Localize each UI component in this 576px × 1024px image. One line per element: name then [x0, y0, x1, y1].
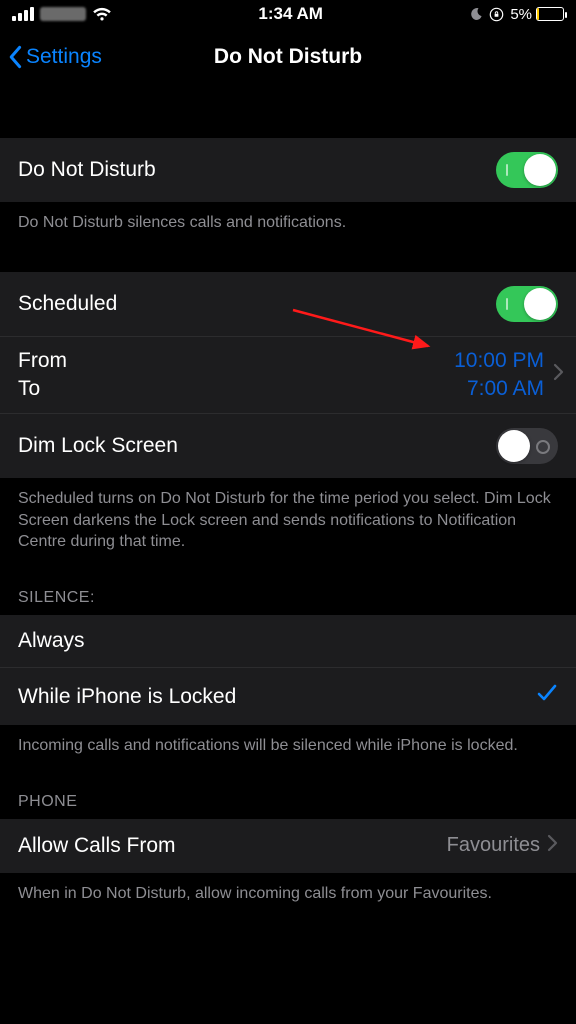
chevron-right-icon	[552, 362, 564, 387]
silence-always-label: Always	[18, 629, 85, 653]
chevron-left-icon	[8, 45, 24, 69]
schedule-time-row[interactable]: From To 10:00 PM 7:00 AM	[0, 337, 576, 415]
dnd-group: Do Not Disturb	[0, 138, 576, 202]
silence-while-locked-label: While iPhone is Locked	[18, 685, 236, 709]
battery-icon	[536, 7, 564, 21]
do-not-disturb-moon-icon	[469, 7, 483, 21]
carrier-name-redacted	[40, 7, 86, 21]
from-label: From	[18, 347, 454, 375]
cellular-signal-icon	[12, 7, 34, 21]
phone-header: PHONE	[0, 771, 576, 819]
to-value: 7:00 AM	[454, 375, 544, 403]
scheduled-toggle-row[interactable]: Scheduled	[0, 272, 576, 337]
scheduled-label: Scheduled	[18, 292, 117, 316]
spacer	[0, 86, 576, 138]
dnd-footer: Do Not Disturb silences calls and notifi…	[0, 202, 576, 248]
status-bar: 1:34 AM 5%	[0, 0, 576, 28]
phone-group: Allow Calls From Favourites	[0, 819, 576, 873]
allow-calls-value: Favourites	[447, 834, 546, 857]
scheduled-toggle[interactable]	[496, 286, 558, 322]
wifi-icon	[92, 7, 112, 22]
phone-footer: When in Do Not Disturb, allow incoming c…	[0, 873, 576, 919]
silence-group: Always While iPhone is Locked	[0, 615, 576, 725]
navigation-bar: Settings Do Not Disturb	[0, 28, 576, 86]
from-value: 10:00 PM	[454, 347, 544, 375]
status-right: 5%	[469, 6, 564, 23]
battery-percent: 5%	[510, 6, 532, 23]
silence-footer: Incoming calls and notifications will be…	[0, 725, 576, 771]
back-button[interactable]: Settings	[8, 45, 102, 69]
dim-lock-label: Dim Lock Screen	[18, 434, 178, 458]
chevron-right-icon	[546, 833, 558, 859]
checkmark-icon	[536, 682, 558, 711]
schedule-time-labels: From To	[18, 347, 454, 404]
spacer	[0, 248, 576, 272]
silence-header: SILENCE:	[0, 567, 576, 615]
dnd-toggle-row[interactable]: Do Not Disturb	[0, 138, 576, 202]
dnd-label: Do Not Disturb	[18, 158, 156, 182]
dnd-toggle[interactable]	[496, 152, 558, 188]
back-label: Settings	[26, 45, 102, 69]
status-left	[12, 7, 112, 22]
scheduled-footer: Scheduled turns on Do Not Disturb for th…	[0, 478, 576, 567]
silence-always-row[interactable]: Always	[0, 615, 576, 668]
to-label: To	[18, 375, 454, 403]
allow-calls-row[interactable]: Allow Calls From Favourites	[0, 819, 576, 873]
schedule-time-values: 10:00 PM 7:00 AM	[454, 347, 552, 404]
scheduled-group: Scheduled From To 10:00 PM 7:00 AM Dim L…	[0, 272, 576, 479]
allow-calls-label: Allow Calls From	[18, 834, 176, 858]
battery-indicator: 5%	[510, 6, 564, 23]
dim-lock-screen-row[interactable]: Dim Lock Screen	[0, 414, 576, 478]
dim-lock-toggle[interactable]	[496, 428, 558, 464]
status-time: 1:34 AM	[112, 4, 469, 24]
silence-while-locked-row[interactable]: While iPhone is Locked	[0, 668, 576, 725]
orientation-lock-icon	[489, 7, 504, 22]
